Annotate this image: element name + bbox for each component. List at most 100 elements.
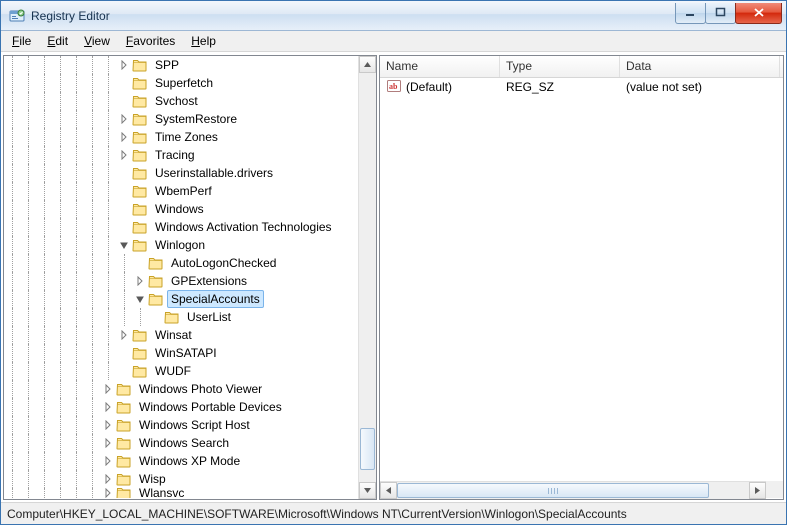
tree-item[interactable]: Wisp	[4, 470, 359, 488]
expand-icon[interactable]	[132, 276, 148, 286]
menu-view[interactable]: View	[77, 33, 117, 49]
folder-icon	[116, 399, 132, 415]
tree-item[interactable]: Windows Script Host	[4, 416, 359, 434]
tree-item-label: WbemPerf	[151, 182, 216, 200]
cell-text: REG_SZ	[506, 80, 554, 94]
tree-item[interactable]: SpecialAccounts	[4, 290, 359, 308]
tree-item[interactable]: GPExtensions	[4, 272, 359, 290]
scroll-up-button[interactable]	[359, 56, 376, 73]
folder-icon	[116, 453, 132, 469]
tree-item-label: Superfetch	[151, 74, 217, 92]
folder-icon	[132, 129, 148, 145]
tree-item-label: Windows Script Host	[135, 416, 254, 434]
folder-icon	[132, 363, 148, 379]
values-list[interactable]: (Default) REG_SZ (value not set)	[380, 78, 783, 481]
scroll-left-button[interactable]	[380, 482, 397, 499]
tree-item[interactable]: UserList	[4, 308, 359, 326]
tree-item[interactable]: Windows Activation Technologies	[4, 218, 359, 236]
cell-type: REG_SZ	[500, 80, 620, 94]
tree-item-label: UserList	[183, 308, 235, 326]
expand-icon[interactable]	[100, 456, 116, 466]
tree-item[interactable]: Winsat	[4, 326, 359, 344]
tree-item[interactable]: SystemRestore	[4, 110, 359, 128]
tree-item[interactable]: Wlansvc	[4, 488, 359, 498]
tree-item[interactable]: WbemPerf	[4, 182, 359, 200]
tree-item[interactable]: Userinstallable.drivers	[4, 164, 359, 182]
tree-item[interactable]: Time Zones	[4, 128, 359, 146]
tree-item[interactable]: Svchost	[4, 92, 359, 110]
column-header-type[interactable]: Type	[500, 56, 620, 77]
tree-item-label: GPExtensions	[167, 272, 251, 290]
tree-item[interactable]: Superfetch	[4, 74, 359, 92]
statusbar: Computer\HKEY_LOCAL_MACHINE\SOFTWARE\Mic…	[1, 502, 786, 524]
expand-icon[interactable]	[100, 402, 116, 412]
tree-item-label: Windows Activation Technologies	[151, 218, 336, 236]
tree-item[interactable]: Winlogon	[4, 236, 359, 254]
tree-item-label: SPP	[151, 56, 183, 74]
tree-item[interactable]: WinSATAPI	[4, 344, 359, 362]
folder-icon	[132, 219, 148, 235]
folder-icon	[116, 435, 132, 451]
expand-icon[interactable]	[116, 60, 132, 70]
tree-item-label: Wlansvc	[135, 488, 188, 498]
tree-item[interactable]: Windows Photo Viewer	[4, 380, 359, 398]
folder-icon	[132, 111, 148, 127]
tree-vertical-scrollbar[interactable]	[358, 56, 376, 499]
menubar: File Edit View Favorites Help	[1, 31, 786, 52]
tree-item[interactable]: Tracing	[4, 146, 359, 164]
values-horizontal-scrollbar[interactable]	[380, 481, 766, 499]
tree-item-label: Windows Portable Devices	[135, 398, 286, 416]
collapse-icon[interactable]	[132, 294, 148, 304]
expand-icon[interactable]	[116, 132, 132, 142]
menu-favorites[interactable]: Favorites	[119, 33, 182, 49]
expand-icon[interactable]	[116, 114, 132, 124]
tree-item[interactable]: AutoLogonChecked	[4, 254, 359, 272]
menu-file[interactable]: File	[5, 33, 38, 49]
column-header-data[interactable]: Data	[620, 56, 780, 77]
minimize-button[interactable]	[675, 3, 706, 24]
tree-item[interactable]: SPP	[4, 56, 359, 74]
expand-icon[interactable]	[100, 474, 116, 484]
scroll-track[interactable]	[359, 73, 376, 482]
close-button[interactable]	[735, 3, 782, 24]
tree-item-label: Winlogon	[151, 236, 209, 254]
column-header-name[interactable]: Name	[380, 56, 500, 77]
values-header: NameTypeData	[380, 56, 783, 78]
tree-item-label: Windows Photo Viewer	[135, 380, 266, 398]
maximize-button[interactable]	[705, 3, 736, 24]
tree-item[interactable]: WUDF	[4, 362, 359, 380]
menu-edit[interactable]: Edit	[40, 33, 75, 49]
expand-icon[interactable]	[100, 488, 116, 498]
expand-icon[interactable]	[116, 150, 132, 160]
cell-text: (value not set)	[626, 80, 702, 94]
cell-name: (Default)	[380, 78, 500, 97]
expand-icon[interactable]	[100, 384, 116, 394]
expand-icon[interactable]	[100, 420, 116, 430]
tree-item-label: AutoLogonChecked	[167, 254, 280, 272]
status-path: Computer\HKEY_LOCAL_MACHINE\SOFTWARE\Mic…	[7, 507, 627, 521]
tree-item[interactable]: Windows Search	[4, 434, 359, 452]
scroll-thumb[interactable]	[397, 483, 709, 498]
folder-icon	[132, 165, 148, 181]
value-row[interactable]: (Default) REG_SZ (value not set)	[380, 78, 783, 96]
scroll-track[interactable]	[397, 482, 749, 499]
registry-tree[interactable]: SPPSuperfetchSvchostSystemRestoreTime Zo…	[4, 56, 359, 499]
scroll-right-button[interactable]	[749, 482, 766, 499]
folder-icon	[132, 147, 148, 163]
folder-icon	[132, 345, 148, 361]
titlebar[interactable]: Registry Editor	[1, 1, 786, 31]
menu-help[interactable]: Help	[184, 33, 223, 49]
tree-item[interactable]: Windows Portable Devices	[4, 398, 359, 416]
folder-icon	[132, 201, 148, 217]
scroll-thumb[interactable]	[360, 428, 375, 470]
cell-data: (value not set)	[620, 80, 780, 94]
expand-icon[interactable]	[100, 438, 116, 448]
expand-icon[interactable]	[116, 330, 132, 340]
tree-item[interactable]: Windows XP Mode	[4, 452, 359, 470]
tree-item-label: SystemRestore	[151, 110, 241, 128]
tree-item[interactable]: Windows	[4, 200, 359, 218]
folder-icon	[148, 255, 164, 271]
window-buttons	[676, 3, 782, 23]
collapse-icon[interactable]	[116, 240, 132, 250]
scroll-down-button[interactable]	[359, 482, 376, 499]
